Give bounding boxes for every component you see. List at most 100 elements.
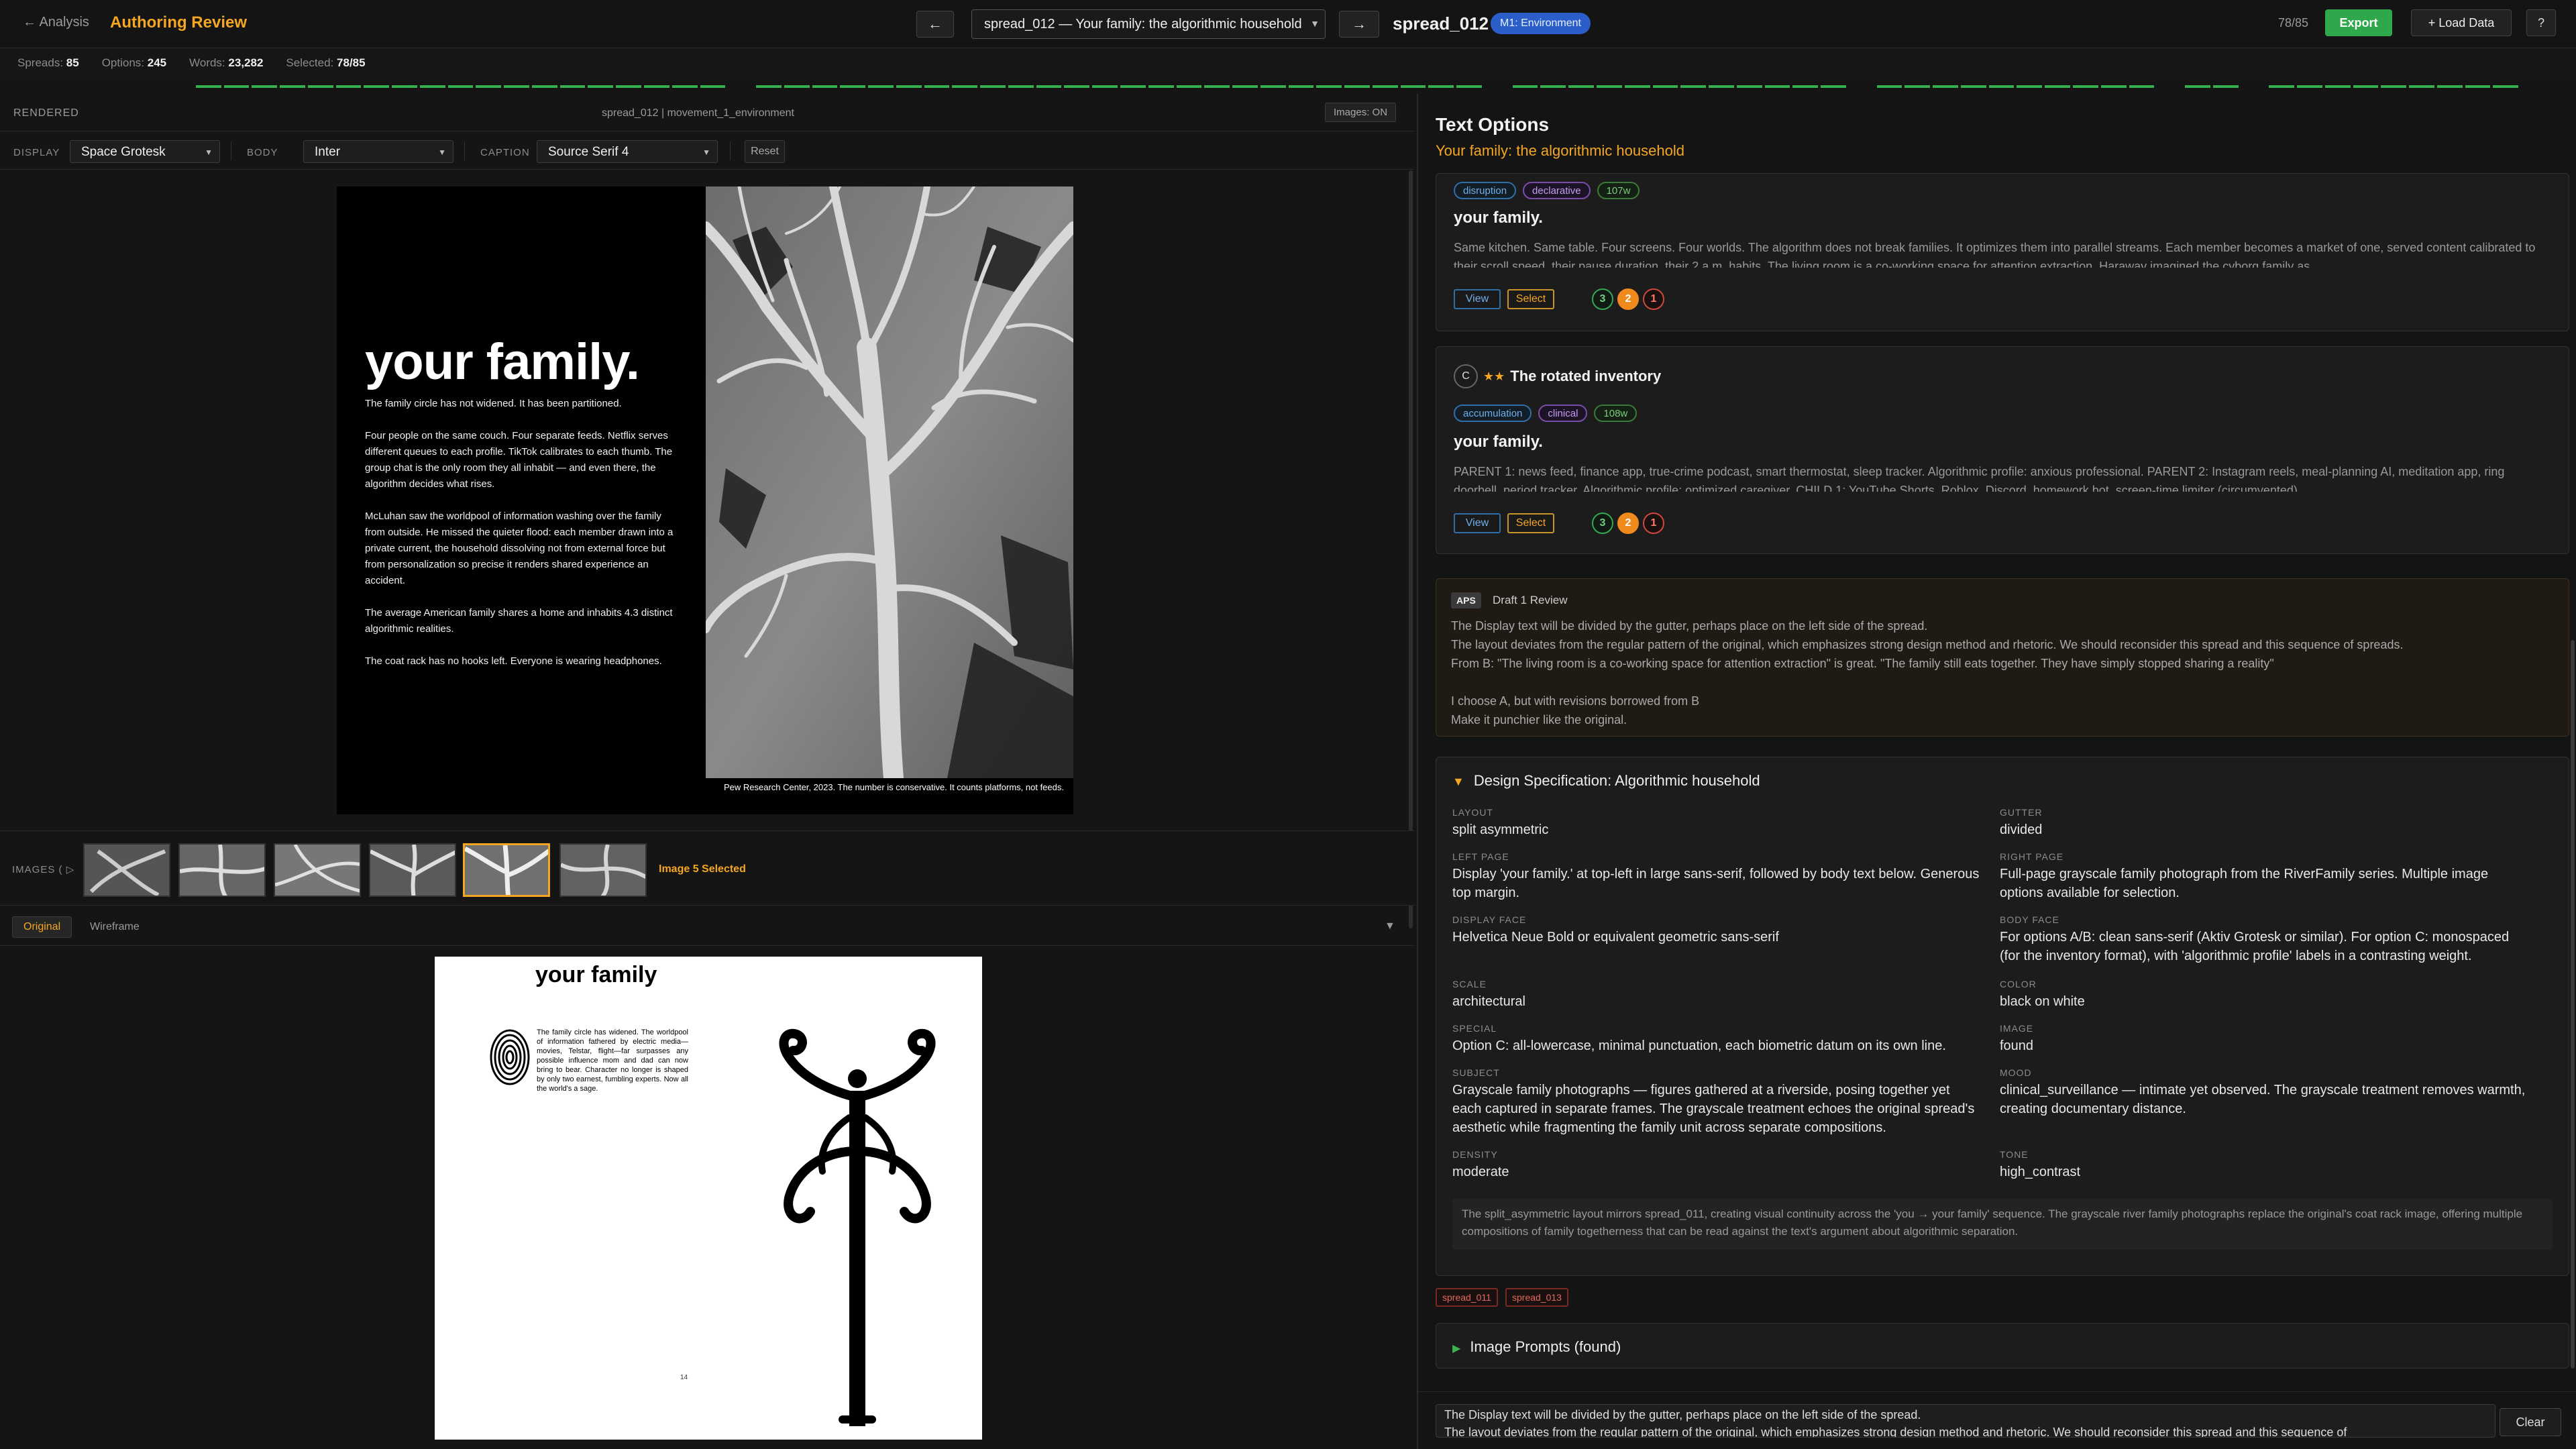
image-thumb-2[interactable] bbox=[178, 843, 266, 897]
progress-segment bbox=[1624, 85, 1650, 88]
render-scrollbar[interactable] bbox=[1409, 170, 1413, 928]
progress-segment bbox=[1008, 85, 1034, 88]
progress-segment bbox=[1597, 85, 1622, 88]
clear-notes-button[interactable]: Clear bbox=[2500, 1408, 2561, 1436]
notes-bar: The Display text will be divided by the … bbox=[1418, 1391, 2576, 1449]
progress-segment bbox=[812, 85, 838, 88]
progress-segment bbox=[335, 85, 362, 88]
stat-words: Words: 23,282 bbox=[189, 56, 264, 69]
caption-font-select[interactable]: Source Serif 4 ▼ bbox=[537, 140, 718, 163]
next-spread-button[interactable]: → bbox=[1339, 11, 1379, 38]
select-button[interactable]: Select bbox=[1507, 513, 1554, 533]
progress-segment bbox=[1792, 85, 1819, 88]
spec-value: high_contrast bbox=[2000, 1165, 2081, 1179]
spec-label: SCALE bbox=[1452, 979, 1487, 989]
progress-segment bbox=[784, 85, 810, 88]
spec-label: RIGHT PAGE bbox=[2000, 851, 2064, 862]
reset-fonts-button[interactable]: Reset bbox=[745, 140, 785, 163]
related-spread-link[interactable]: spread_011 bbox=[1436, 1288, 1498, 1307]
reviewer-badge: APS bbox=[1451, 592, 1481, 608]
options-scrollbar[interactable] bbox=[2571, 640, 2575, 1368]
caret-down-icon: ▼ bbox=[1452, 775, 1464, 788]
body-font-value: Inter bbox=[315, 145, 341, 159]
spec-label: DISPLAY FACE bbox=[1452, 914, 1527, 925]
progress-segment bbox=[1120, 85, 1146, 88]
option-body-preview: Same kitchen. Same table. Four screens. … bbox=[1454, 241, 2536, 268]
display-font-select[interactable]: Space Grotesk ▼ bbox=[70, 140, 220, 163]
progress-segment bbox=[559, 85, 586, 88]
score-badge-red: 1 bbox=[1643, 513, 1664, 534]
spiral-graphic bbox=[490, 1029, 530, 1085]
score-badge-orange: 2 bbox=[1617, 513, 1639, 534]
tag-row: disruption declarative 107w bbox=[1454, 182, 1646, 199]
select-button[interactable]: Select bbox=[1507, 289, 1554, 309]
progress-segment bbox=[476, 85, 502, 88]
image-thumb-6[interactable] bbox=[559, 843, 647, 897]
image-thumb-5[interactable] bbox=[463, 843, 550, 897]
progress-segment bbox=[223, 85, 250, 88]
progress-segment bbox=[2212, 85, 2239, 88]
option-name: The rotated inventory bbox=[1510, 368, 1662, 384]
related-spread-link[interactable]: spread_013 bbox=[1505, 1288, 1568, 1307]
progress-segment bbox=[2409, 85, 2434, 88]
images-toggle[interactable]: Images: ON bbox=[1325, 103, 1397, 122]
chevron-down-icon: ▼ bbox=[1310, 18, 1320, 29]
spec-value: split asymmetric bbox=[1452, 822, 1549, 837]
divider bbox=[730, 142, 731, 160]
progress-segment bbox=[252, 85, 278, 88]
tab-original[interactable]: Original bbox=[12, 916, 72, 938]
spec-value: architectural bbox=[1452, 994, 1525, 1009]
view-button[interactable]: View bbox=[1454, 289, 1501, 309]
rendered-label: RENDERED bbox=[13, 107, 79, 119]
spec-label: COLOR bbox=[2000, 979, 2037, 989]
stat-selected: Selected: 78/85 bbox=[286, 56, 366, 69]
spread-paragraph: The coat rack has no hooks left. Everyon… bbox=[365, 655, 662, 667]
spec-value: clinical_surveillance — intimate yet obs… bbox=[2000, 1083, 2526, 1116]
view-button[interactable]: View bbox=[1454, 513, 1501, 533]
tag-row: accumulation clinical 108w bbox=[1454, 405, 1644, 422]
spec-label: SUBJECT bbox=[1452, 1067, 1500, 1078]
collapse-icon[interactable]: ▼ bbox=[1385, 920, 1395, 932]
option-card-c[interactable]: C ★★ The rotated inventory accumulation c… bbox=[1436, 346, 2569, 554]
spec-label: GUTTER bbox=[2000, 807, 2043, 818]
tag: accumulation bbox=[1454, 405, 1532, 422]
tab-wireframe[interactable]: Wireframe bbox=[79, 916, 150, 938]
spec-value: black on white bbox=[2000, 994, 2085, 1009]
prev-spread-button[interactable]: ← bbox=[916, 11, 954, 38]
spread-select[interactable]: spread_012 — Your family: the algorithmi… bbox=[971, 9, 1326, 39]
spread-select-value: spread_012 — Your family: the algorithmi… bbox=[984, 16, 1302, 32]
load-data-button[interactable]: + Load Data bbox=[2411, 9, 2512, 36]
review-line bbox=[1451, 673, 2551, 692]
spec-value: divided bbox=[2000, 822, 2043, 837]
image-thumb-3[interactable] bbox=[274, 843, 361, 897]
back-to-analysis-link[interactable]: ← Analysis bbox=[23, 15, 89, 30]
review-body: The Display text will be divided by the … bbox=[1451, 616, 2551, 729]
design-spec-toggle[interactable]: ▼ Design Specification: Algorithmic house… bbox=[1452, 772, 1760, 790]
help-button[interactable]: ? bbox=[2526, 9, 2556, 36]
spread-paragraph: Four people on the same couch. Four sepa… bbox=[365, 430, 673, 490]
image-thumb-1[interactable] bbox=[83, 843, 170, 897]
option-card-a[interactable]: disruption declarative 107w your family. S… bbox=[1436, 173, 2569, 331]
stats-bar: Spreads: 85 Options: 245 Words: 23,282 S… bbox=[0, 48, 2576, 78]
export-button[interactable]: Export bbox=[2325, 9, 2392, 36]
progress-segment bbox=[1876, 85, 1902, 88]
page-title: Authoring Review bbox=[110, 13, 248, 32]
word-count-tag: 108w bbox=[1594, 405, 1638, 422]
score-badge-green: 3 bbox=[1592, 513, 1613, 534]
river-delta-photo bbox=[706, 186, 1073, 778]
image-selected-label: Image 5 Selected bbox=[659, 863, 746, 875]
progress-segment bbox=[924, 85, 950, 88]
progress-segment bbox=[840, 85, 866, 88]
progress-segment bbox=[2353, 85, 2379, 88]
review-title: Draft 1 Review bbox=[1493, 594, 1568, 606]
progress-segment bbox=[1960, 85, 1986, 88]
spec-value: For options A/B: clean sans-serif (Aktiv… bbox=[2000, 930, 2510, 963]
body-font-select[interactable]: Inter ▼ bbox=[303, 140, 453, 163]
image-thumb-4[interactable] bbox=[369, 843, 456, 897]
review-notes-textarea[interactable]: The Display text will be divided by the … bbox=[1436, 1404, 2496, 1438]
image-prompts-toggle[interactable]: ▶ Image Prompts (found) bbox=[1436, 1323, 2569, 1368]
spread-progress-bar bbox=[0, 83, 2576, 89]
image-prompts-header: ▶ Image Prompts (found) bbox=[1452, 1338, 1621, 1356]
original-page-number: 14 bbox=[680, 1374, 688, 1381]
font-toolbar: DISPLAY Space Grotesk ▼ BODY Inter ▼ CAPTI… bbox=[0, 132, 1414, 170]
